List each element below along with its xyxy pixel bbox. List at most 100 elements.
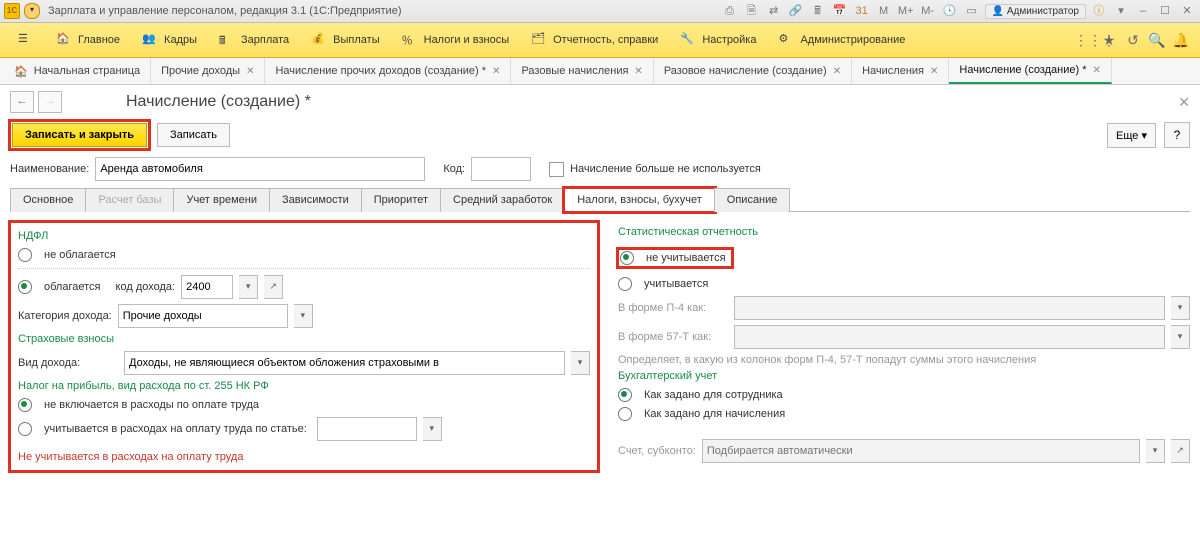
toolbar-mplus-icon[interactable]: M+ <box>897 3 915 19</box>
search-icon[interactable]: 🔍 <box>1146 29 1168 51</box>
profit-article-input[interactable] <box>317 417 417 441</box>
radio-icon <box>18 422 32 436</box>
name-input[interactable] <box>95 157 425 181</box>
toolbar-link-icon[interactable]: 🔗 <box>787 3 805 19</box>
stat-opt-yes[interactable]: учитывается <box>618 277 1190 291</box>
p4-label: В форме П-4 как: <box>618 302 728 314</box>
unused-checkbox[interactable] <box>549 162 564 177</box>
toolbar-calc-icon[interactable]: 🖩 <box>809 3 827 19</box>
navtab-home[interactable]: 🏠Начальная страница <box>4 58 151 84</box>
close-icon[interactable]: ✕ <box>634 66 642 77</box>
menu-personnel[interactable]: 👥Кадры <box>132 26 207 54</box>
toolbar-info-icon[interactable]: ⓘ <box>1090 3 1108 19</box>
home-icon: 🏠 <box>56 32 72 48</box>
toolbar-doc-icon[interactable]: 🗎 <box>743 3 761 19</box>
nav-tabs: 🏠Начальная страница Прочие доходы✕ Начис… <box>0 58 1200 85</box>
app-menu-dropdown[interactable]: ▾ <box>24 3 40 19</box>
ndfl-opt-none[interactable]: не облагается <box>18 248 590 262</box>
subtab-desc[interactable]: Описание <box>714 188 791 212</box>
navtab-other-income-create[interactable]: Начисление прочих доходов (создание) *✕ <box>265 58 511 84</box>
close-icon[interactable]: ✕ <box>930 66 938 77</box>
acc-title: Бухгалтерский учет <box>618 370 1190 382</box>
toolbar-compare-icon[interactable]: ⇄ <box>765 3 783 19</box>
toolbar-m-icon[interactable]: M <box>875 3 893 19</box>
subtab-main[interactable]: Основное <box>10 188 86 212</box>
code-input[interactable] <box>471 157 531 181</box>
subtab-priority[interactable]: Приоритет <box>361 188 441 212</box>
nav-back-button[interactable]: ← <box>10 91 34 113</box>
subtab-deps[interactable]: Зависимости <box>269 188 362 212</box>
navtab-other-income[interactable]: Прочие доходы✕ <box>151 58 265 84</box>
toolbar-dropdown-icon[interactable]: ▾ <box>1112 3 1130 19</box>
menu-main-label: Главное <box>78 34 120 46</box>
wrench-icon: 🔧 <box>680 32 696 48</box>
profit-opt1-label: не включается в расходы по оплате труда <box>44 399 259 411</box>
gear-icon: ⚙ <box>778 32 794 48</box>
nav-forward-button[interactable]: → <box>38 91 62 113</box>
navtab-accruals[interactable]: Начисления✕ <box>852 58 949 84</box>
more-button[interactable]: Еще ▾ <box>1107 123 1156 148</box>
stat-opt-none[interactable]: не учитывается <box>618 249 732 267</box>
subtab-average[interactable]: Средний заработок <box>440 188 565 212</box>
people-icon: 👥 <box>142 32 158 48</box>
income-code-dropdown[interactable]: ▾ <box>239 275 258 299</box>
bell-icon[interactable]: 🔔 <box>1170 29 1192 51</box>
toolbar-print-icon[interactable]: ⎙ <box>721 3 739 19</box>
profit-warning: Не учитывается в расходах на оплату труд… <box>18 451 590 463</box>
menu-taxes[interactable]: ％Налоги и взносы <box>392 26 520 54</box>
income-kind-dropdown[interactable]: ▾ <box>571 351 590 375</box>
ndfl-opt-taxed[interactable]: облагается код дохода: ▾ ↗ <box>18 275 590 299</box>
income-cat-label: Категория дохода: <box>18 310 112 322</box>
profit-article-dropdown[interactable]: ▾ <box>423 417 442 441</box>
menu-salary[interactable]: 🖩Зарплата <box>209 26 299 54</box>
toolbar-mminus-icon[interactable]: M- <box>919 3 937 19</box>
close-icon[interactable]: ✕ <box>833 66 841 77</box>
income-cat-input[interactable] <box>118 304 288 328</box>
profit-opt-include[interactable]: учитывается в расходах на оплату труда п… <box>18 417 590 441</box>
income-kind-input[interactable] <box>124 351 565 375</box>
toolbar-panel-icon[interactable]: ▭ <box>963 3 981 19</box>
income-code-input[interactable] <box>181 275 233 299</box>
account-input <box>702 439 1140 463</box>
navtab-onetime[interactable]: Разовые начисления✕ <box>511 58 653 84</box>
help-button[interactable]: ? <box>1164 122 1190 148</box>
menu-burger[interactable]: ☰ <box>8 26 44 54</box>
toolbar-clock-icon[interactable]: 🕓 <box>941 3 959 19</box>
save-button[interactable]: Записать <box>157 123 230 147</box>
close-icon[interactable]: ✕ <box>492 66 500 77</box>
page-nav-row: ← → Начисление (создание) * ✕ <box>10 91 1190 113</box>
menu-admin-label: Администрирование <box>800 34 905 46</box>
acc-opt2-label: Как задано для начисления <box>644 408 785 420</box>
menu-payments[interactable]: 💰Выплаты <box>301 26 389 54</box>
window-close-icon[interactable]: ✕ <box>1178 3 1196 19</box>
profit-opt-exclude[interactable]: не включается в расходы по оплате труда <box>18 398 590 412</box>
save-close-button[interactable]: Записать и закрыть <box>12 123 147 147</box>
menu-main[interactable]: 🏠 Главное <box>46 26 130 54</box>
toolbar-date-icon[interactable]: 31 <box>853 3 871 19</box>
toolbar-calendar-icon[interactable]: 📅 <box>831 3 849 19</box>
navtab-accrual-create[interactable]: Начисление (создание) *✕ <box>949 58 1111 84</box>
acc-opt-accrual[interactable]: Как задано для начисления <box>618 407 1190 421</box>
menu-reports[interactable]: 🗂Отчетность, справки <box>521 26 668 54</box>
window-minimize-icon[interactable]: – <box>1134 3 1152 19</box>
acc-opt-employee[interactable]: Как задано для сотрудника <box>618 388 1190 402</box>
menu-settings[interactable]: 🔧Настройка <box>670 26 766 54</box>
close-icon[interactable]: ✕ <box>246 66 254 77</box>
menu-payments-label: Выплаты <box>333 34 379 46</box>
star-icon[interactable]: ★ <box>1098 29 1120 51</box>
window-titlebar: 1C ▾ Зарплата и управление персоналом, р… <box>0 0 1200 23</box>
window-maximize-icon[interactable]: ☐ <box>1156 3 1174 19</box>
history-icon[interactable]: ↺ <box>1122 29 1144 51</box>
navtab-home-label: Начальная страница <box>34 65 140 77</box>
income-cat-dropdown[interactable]: ▾ <box>294 304 313 328</box>
subtab-time[interactable]: Учет времени <box>173 188 270 212</box>
close-icon[interactable]: ✕ <box>1093 65 1101 76</box>
menu-admin[interactable]: ⚙ Администрирование <box>768 26 915 54</box>
user-badge[interactable]: 👤 Администратор <box>985 4 1086 19</box>
apps-icon[interactable]: ⋮⋮⋮ <box>1074 29 1096 51</box>
radio-icon <box>618 407 632 421</box>
income-code-open[interactable]: ↗ <box>264 275 283 299</box>
subtab-taxes[interactable]: Налоги, взносы, бухучет <box>564 188 715 212</box>
navtab-onetime-create[interactable]: Разовое начисление (создание)✕ <box>654 58 852 84</box>
page-close-icon[interactable]: ✕ <box>1178 94 1190 111</box>
